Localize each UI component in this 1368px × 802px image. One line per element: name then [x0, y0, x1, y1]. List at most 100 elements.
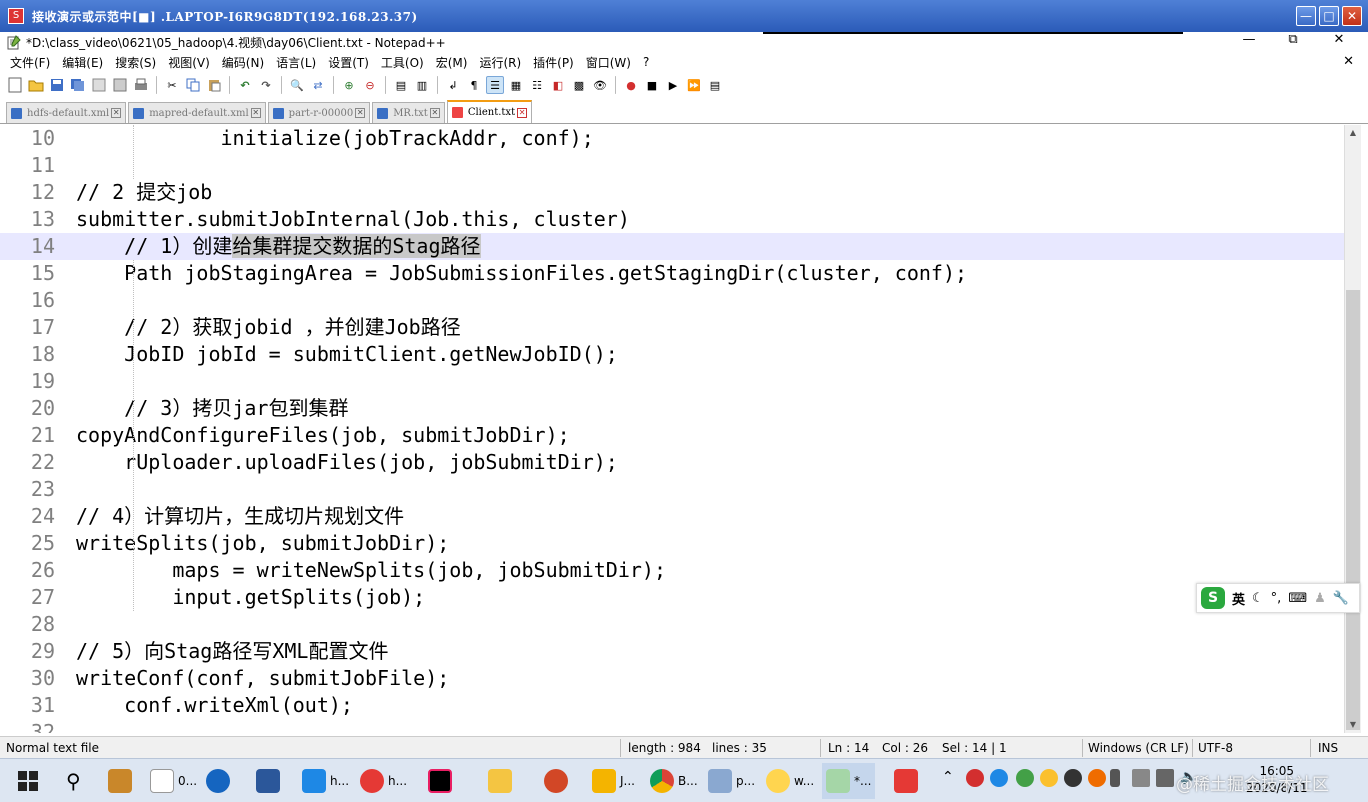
editor-line[interactable]: 20 // 3）拷贝jar包到集群	[0, 395, 1344, 422]
tray-search-icon[interactable]	[1088, 769, 1106, 787]
remote-close-button[interactable]: ✕	[1342, 6, 1362, 26]
copy-icon[interactable]	[184, 76, 202, 94]
tab-close-icon[interactable]: ✕	[250, 108, 261, 118]
tray-network-icon[interactable]	[1156, 769, 1174, 787]
editor-line[interactable]: 28	[0, 611, 1344, 638]
tab-close-icon[interactable]: ✕	[517, 107, 528, 118]
tab-hdfs-default[interactable]: hdfs-default.xml ✕	[6, 102, 127, 123]
zoom-in-icon[interactable]: ⊕	[340, 76, 358, 94]
menu-search[interactable]: 搜索(S)	[115, 54, 156, 71]
tray-keyboard-icon[interactable]	[1132, 769, 1150, 787]
find-icon[interactable]: 🔍	[288, 76, 306, 94]
editor-line[interactable]: 18 JobID jobId = submitClient.getNewJobI…	[0, 341, 1344, 368]
menu-file[interactable]: 文件(F)	[10, 54, 50, 71]
ime-language-toggle[interactable]: 英	[1232, 589, 1245, 608]
close-all-icon[interactable]	[111, 76, 129, 94]
editor-line[interactable]: 25 writeSplits(job, submitJobDir);	[0, 530, 1344, 557]
editor-line[interactable]: 19	[0, 368, 1344, 395]
editor-line[interactable]: 31 conf.writeXml(out);	[0, 692, 1344, 719]
editor-line[interactable]: 16	[0, 287, 1344, 314]
remote-minimize-button[interactable]: —	[1296, 6, 1316, 26]
save-all-icon[interactable]	[69, 76, 87, 94]
redo-icon[interactable]: ↷	[257, 76, 275, 94]
status-eol[interactable]: Windows (CR LF)	[1088, 741, 1189, 755]
remote-maximize-button[interactable]: □	[1319, 6, 1339, 26]
menu-run[interactable]: 运行(R)	[479, 54, 521, 71]
tab-close-icon[interactable]: ✕	[111, 108, 122, 118]
menu-plugins[interactable]: 插件(P)	[533, 54, 574, 71]
tray-app-icon[interactable]	[1016, 769, 1034, 787]
menu-encoding[interactable]: 编码(N)	[222, 54, 264, 71]
menu-language[interactable]: 语言(L)	[276, 54, 316, 71]
editor-line[interactable]: 14 // 1）创建给集群提交数据的Stag路径	[0, 233, 1344, 260]
menu-help[interactable]: ?	[643, 55, 649, 69]
taskbar-item-3[interactable]: J...	[592, 767, 635, 795]
menu-view[interactable]: 视图(V)	[168, 54, 210, 71]
tray-shield-icon[interactable]	[990, 769, 1008, 787]
paste-icon[interactable]	[205, 76, 223, 94]
tab-close-icon[interactable]: ✕	[429, 108, 440, 118]
minimize-button[interactable]: —	[1234, 32, 1264, 47]
save-icon[interactable]	[48, 76, 66, 94]
record-macro-icon[interactable]: ●	[622, 76, 640, 94]
function-list-icon[interactable]: ☷	[528, 76, 546, 94]
tab-close-icon[interactable]: ✕	[355, 108, 366, 118]
status-encoding[interactable]: UTF-8	[1198, 741, 1233, 755]
new-file-icon[interactable]	[6, 76, 24, 94]
document-map-icon[interactable]: ▩	[570, 76, 588, 94]
tray-chevron-icon[interactable]: ⌃	[942, 769, 960, 787]
taskbar-item-4[interactable]: B...	[650, 767, 698, 795]
ime-moon-icon[interactable]: ☾	[1252, 591, 1264, 606]
show-all-chars-icon[interactable]: ¶	[465, 76, 483, 94]
ime-settings-wrench-icon[interactable]: 🔧	[1333, 591, 1349, 606]
word-wrap-icon[interactable]: ↲	[444, 76, 462, 94]
editor-line[interactable]: 30 writeConf(conf, submitJobFile);	[0, 665, 1344, 692]
monitor-icon[interactable]: 👁	[591, 76, 609, 94]
editor-line[interactable]: 10 initialize(jobTrackAddr, conf);	[0, 125, 1344, 152]
editor-line[interactable]: 13 submitter.submitJobInternal(Job.this, …	[0, 206, 1344, 233]
menu-edit[interactable]: 编辑(E)	[62, 54, 103, 71]
close-document-icon[interactable]: ✕	[1343, 54, 1354, 69]
cut-icon[interactable]: ✂	[163, 76, 181, 94]
editor-line[interactable]: 17 // 2）获取jobid ，并创建Job路径	[0, 314, 1344, 341]
editor-line[interactable]: 26 maps = writeNewSplits(job, jobSubmitD…	[0, 557, 1344, 584]
taskbar-item-7[interactable]: *...	[822, 763, 876, 799]
start-button[interactable]	[18, 767, 38, 795]
editor-line[interactable]: 11	[0, 152, 1344, 179]
tab-client-txt[interactable]: Client.txt ✕	[446, 100, 533, 123]
taskbar-item-0[interactable]: 0...	[150, 767, 197, 795]
taskbar-item-1[interactable]: h...	[302, 767, 349, 795]
zoom-out-icon[interactable]: ⊖	[361, 76, 379, 94]
tray-app-icon[interactable]	[1064, 769, 1082, 787]
editor-line[interactable]: 23	[0, 476, 1344, 503]
taskbar-intellij-icon[interactable]	[428, 767, 456, 795]
taskbar-item-2[interactable]: h...	[360, 767, 407, 795]
editor-line[interactable]: 24 // 4）计算切片，生成切片规划文件	[0, 503, 1344, 530]
tray-weather-icon[interactable]	[1040, 769, 1058, 787]
taskbar-book-icon[interactable]	[108, 767, 136, 795]
scrollbar-thumb[interactable]	[1346, 290, 1360, 730]
menu-macro[interactable]: 宏(M)	[436, 54, 468, 71]
editor-area[interactable]: 10 initialize(jobTrackAddr, conf); 11 12//…	[0, 125, 1344, 733]
tab-mapred-default[interactable]: mapred-default.xml ✕	[128, 102, 266, 123]
ime-keyboard-icon[interactable]: ⌨	[1288, 591, 1307, 606]
taskbar-explorer-icon[interactable]	[488, 767, 516, 795]
tray-record-icon[interactable]	[966, 769, 984, 787]
menu-settings[interactable]: 设置(T)	[328, 54, 369, 71]
sync-horizontal-icon[interactable]: ▥	[413, 76, 431, 94]
taskbar-item-5[interactable]: p...	[708, 767, 755, 795]
editor-line[interactable]: 32	[0, 719, 1344, 733]
udl-icon[interactable]: ▦	[507, 76, 525, 94]
indent-guide-icon[interactable]: ☰	[486, 76, 504, 94]
vertical-scrollbar[interactable]: ▲ ▼	[1344, 125, 1361, 733]
sync-vertical-icon[interactable]: ▤	[392, 76, 410, 94]
play-macro-icon[interactable]: ▶	[664, 76, 682, 94]
replace-icon[interactable]: ⇄	[309, 76, 327, 94]
editor-line[interactable]: 29 // 5）向Stag路径写XML配置文件	[0, 638, 1344, 665]
taskbar-youdao-icon[interactable]	[894, 767, 922, 795]
editor-line[interactable]: 12 // 2 提交job	[0, 179, 1344, 206]
menu-tools[interactable]: 工具(O)	[381, 54, 424, 71]
tray-microphone-icon[interactable]	[1110, 769, 1120, 787]
undo-icon[interactable]: ↶	[236, 76, 254, 94]
editor-line[interactable]: 22 rUploader.uploadFiles(job, jobSubmitD…	[0, 449, 1344, 476]
